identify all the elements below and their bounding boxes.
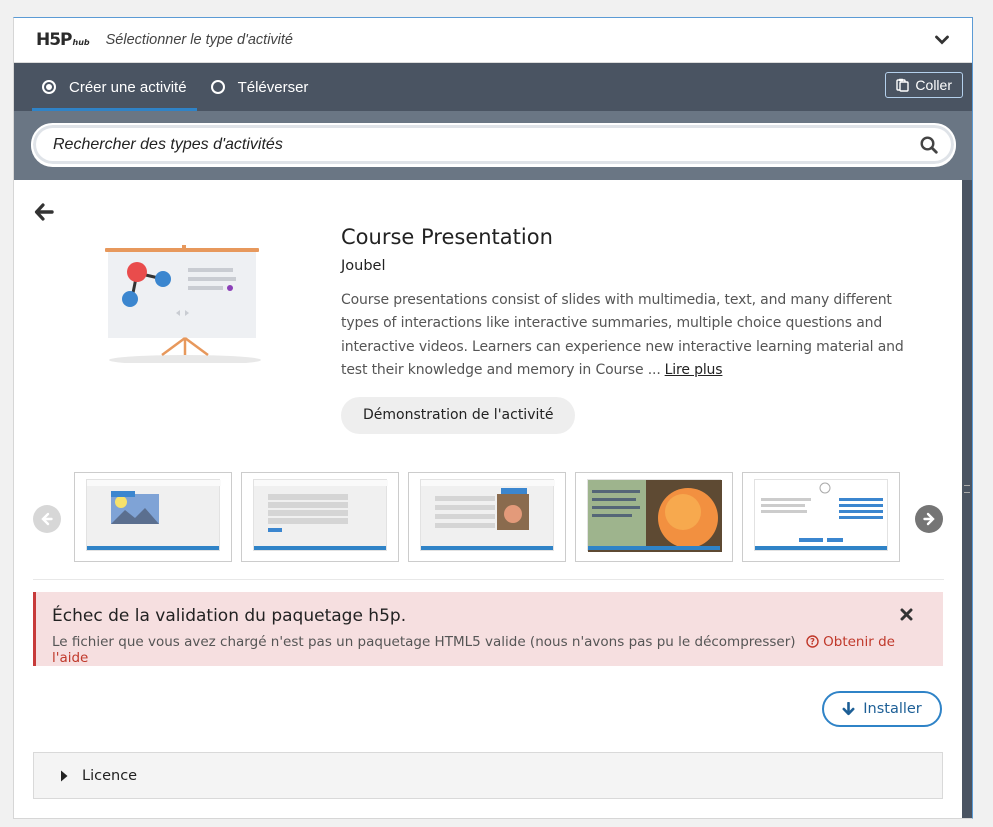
caret-right-icon bbox=[61, 770, 68, 781]
licence-label: Licence bbox=[82, 767, 138, 784]
demo-button[interactable]: Démonstration de l'activité bbox=[341, 397, 576, 435]
install-button[interactable]: Installer bbox=[822, 691, 942, 727]
scrollbar[interactable] bbox=[962, 180, 972, 818]
close-icon[interactable] bbox=[900, 608, 913, 626]
hub-header[interactable]: H5P hub Sélectionner le type d'activité bbox=[14, 18, 972, 63]
description-text: Course presentations consist of slides w… bbox=[341, 292, 904, 378]
back-arrow-icon[interactable] bbox=[34, 202, 54, 227]
help-icon: ? bbox=[806, 635, 819, 648]
tab-create[interactable]: Créer une activité bbox=[32, 63, 197, 111]
content-type-owner: Joubel bbox=[341, 258, 386, 274]
content-type-detail: Course Presentation Joubel Course presen… bbox=[14, 180, 972, 818]
scrollbar-grip[interactable] bbox=[964, 485, 970, 493]
chevron-down-icon[interactable] bbox=[932, 30, 952, 50]
prev-icon[interactable] bbox=[33, 505, 61, 533]
read-more-link[interactable]: Lire plus bbox=[665, 362, 723, 378]
tab-bar: Créer une activité Téléverser Coller bbox=[14, 63, 972, 111]
error-title: Échec de la validation du paquetage h5p. bbox=[52, 606, 407, 626]
licence-panel[interactable]: Licence bbox=[33, 752, 943, 799]
screenshot-thumbnail[interactable] bbox=[241, 472, 399, 562]
tab-upload-label: Téléverser bbox=[237, 78, 309, 96]
error-message-text: Le fichier que vous avez chargé n'est pa… bbox=[52, 634, 796, 650]
content-type-info: Course Presentation Joubel Course presen… bbox=[341, 225, 921, 435]
content-type-title: Course Presentation bbox=[341, 225, 553, 249]
paste-button[interactable]: Coller bbox=[885, 72, 963, 98]
install-label: Installer bbox=[863, 701, 922, 717]
hub-title: Sélectionner le type d'activité bbox=[105, 32, 293, 48]
download-icon bbox=[842, 702, 855, 716]
search-input[interactable]: Rechercher des types d'activités bbox=[31, 123, 956, 166]
screenshot-thumbnail[interactable] bbox=[742, 472, 900, 562]
tab-upload[interactable]: Téléverser bbox=[201, 63, 319, 111]
search-placeholder: Rechercher des types d'activités bbox=[53, 135, 283, 153]
screenshot-thumbnail[interactable] bbox=[74, 472, 232, 562]
radio-icon bbox=[42, 80, 56, 94]
paste-label: Coller bbox=[915, 77, 952, 93]
paste-icon bbox=[896, 78, 910, 92]
divider bbox=[33, 579, 944, 580]
screenshot-thumbnail[interactable] bbox=[575, 472, 733, 562]
search-bar: Rechercher des types d'activités bbox=[14, 111, 972, 180]
course-presentation-icon bbox=[105, 245, 261, 363]
screenshot-carousel bbox=[33, 472, 943, 564]
tab-create-label: Créer une activité bbox=[69, 78, 187, 96]
next-icon[interactable] bbox=[915, 505, 943, 533]
radio-icon bbox=[210, 80, 225, 94]
h5p-logo: H5P hub bbox=[36, 30, 90, 50]
search-icon[interactable] bbox=[920, 135, 938, 154]
error-text: Le fichier que vous avez chargé n'est pa… bbox=[52, 634, 927, 666]
screenshot-thumbnail[interactable] bbox=[408, 472, 566, 562]
h5p-hub: H5P hub Sélectionner le type d'activité C… bbox=[13, 17, 973, 819]
svg-text:?: ? bbox=[810, 638, 815, 648]
content-type-description: Course presentations consist of slides w… bbox=[341, 289, 921, 382]
error-message: Échec de la validation du paquetage h5p.… bbox=[33, 592, 943, 666]
